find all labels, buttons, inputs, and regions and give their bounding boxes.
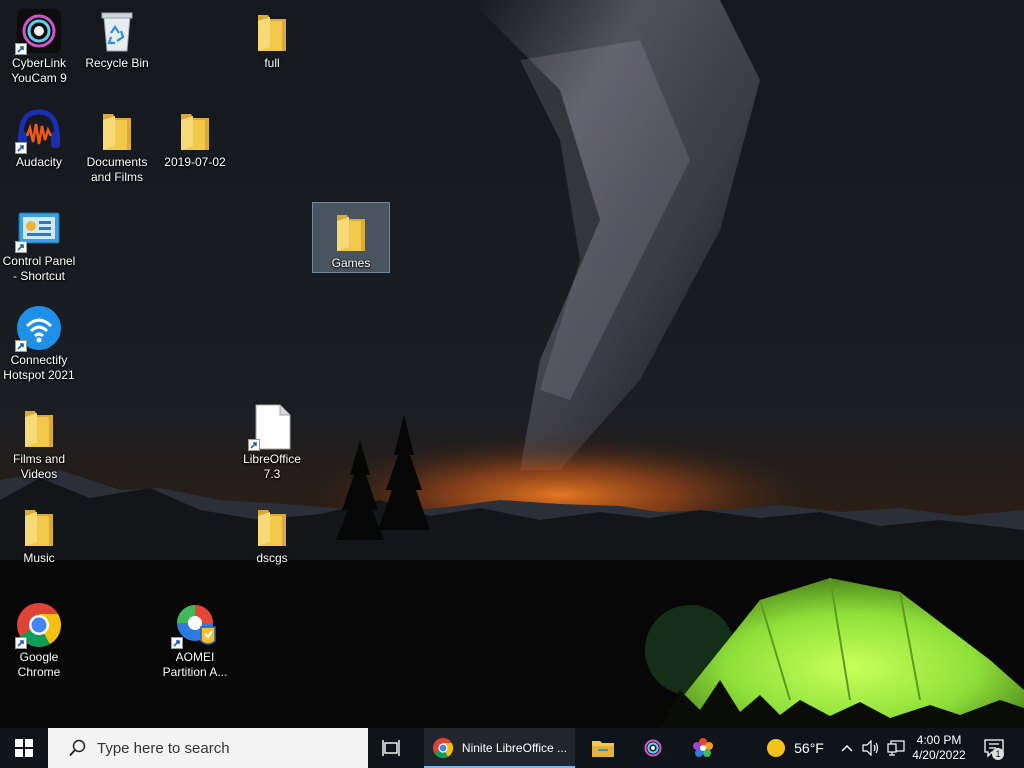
weather-temperature: 56°F	[794, 740, 824, 756]
desktop-icon-label: LibreOffice 7.3	[243, 452, 301, 481]
shortcut-arrow-icon	[15, 340, 27, 352]
speaker-icon	[862, 740, 879, 756]
desktop-icon-films-and-videos[interactable]: Films and Videos	[1, 399, 77, 482]
chevron-up-icon	[841, 745, 853, 752]
desktop-icon-folder-games[interactable]: Games	[312, 202, 390, 273]
volume-button[interactable]	[860, 728, 882, 768]
desktop-icon-music[interactable]: Music	[1, 498, 77, 566]
show-hidden-icons-button[interactable]	[838, 728, 856, 768]
desktop-icon-label: AOMEI Partition A...	[162, 650, 228, 679]
taskbar-photos[interactable]	[680, 728, 726, 768]
clock-time: 4:00 PM	[916, 733, 962, 747]
sun-icon	[767, 739, 786, 757]
desktop-icon-audacity[interactable]: Audacity	[1, 102, 77, 170]
start-button[interactable]	[0, 728, 48, 768]
folder-icon	[258, 510, 286, 546]
network-icon	[887, 740, 905, 756]
search-box[interactable]	[48, 728, 368, 768]
desktop-icon-label: Audacity	[15, 155, 63, 169]
recycle-bin-icon	[101, 12, 133, 52]
desktop-icon-connectify-hotspot[interactable]: Connectify Hotspot 2021	[1, 300, 77, 383]
taskbar-file-explorer[interactable]	[580, 728, 626, 768]
desktop-icon-label: Control Panel - Shortcut	[2, 254, 76, 283]
folder-icon	[258, 15, 286, 51]
desktop-icon-label: Google Chrome	[17, 650, 61, 679]
notification-count-badge: 1	[992, 748, 1004, 760]
desktop-icon-recycle-bin[interactable]: Recycle Bin	[79, 3, 155, 71]
chrome-icon	[432, 737, 453, 759]
desktop-icon-label: 2019-07-02	[164, 155, 226, 169]
desktop-icon-folder-full[interactable]: full	[234, 3, 310, 71]
shortcut-arrow-icon	[171, 637, 183, 649]
taskbar-window-title: Ninite LibreOffice ...	[461, 741, 568, 755]
desktop-icon-label: Music	[23, 551, 55, 565]
shortcut-arrow-icon	[15, 142, 27, 154]
desktop-icon-folder-2019-07-02[interactable]: 2019-07-02	[157, 102, 233, 170]
desktop-icon-libreoffice[interactable]: LibreOffice 7.3	[234, 399, 310, 482]
search-icon	[69, 739, 86, 757]
taskbar-youcam[interactable]	[630, 728, 676, 768]
task-view-button[interactable]	[370, 728, 414, 768]
weather-widget[interactable]: 56°F	[760, 728, 830, 768]
desktop-icon-cyberlink-youcam[interactable]: CyberLink YouCam 9	[1, 3, 77, 86]
desktop-icon-label: full	[264, 56, 280, 70]
desktop-icon-label: dscgs	[256, 551, 288, 565]
taskbar-chrome-window[interactable]: Ninite LibreOffice ...	[424, 728, 575, 768]
task-view-icon	[382, 740, 400, 756]
taskbar: Ninite LibreOffice ... 56°F	[0, 728, 1024, 768]
desktop-icon-google-chrome[interactable]: Google Chrome	[1, 597, 77, 680]
clock-date: 4/20/2022	[912, 748, 966, 762]
file-explorer-icon	[592, 741, 614, 757]
network-button[interactable]	[884, 728, 908, 768]
shortcut-arrow-icon	[15, 637, 27, 649]
youcam-icon	[644, 739, 662, 757]
folder-icon	[25, 411, 53, 447]
windows-logo-icon	[15, 739, 33, 757]
folder-icon	[337, 215, 365, 251]
notification-center-button[interactable]: 1	[978, 728, 1010, 768]
search-input[interactable]	[95, 738, 359, 758]
photos-app-icon	[693, 738, 713, 757]
folder-icon	[103, 114, 131, 150]
desktop-icon-aomei-partition[interactable]: AOMEI Partition A...	[157, 597, 233, 680]
desktop-icon-label: Recycle Bin	[85, 56, 149, 70]
desktop-icon-label: Connectify Hotspot 2021	[3, 353, 75, 382]
desktop-icon-label: Films and Videos	[12, 452, 65, 481]
desktop-icon-folder-dscgs[interactable]: dscgs	[234, 498, 310, 566]
clock[interactable]: 4:00 PM 4/20/2022	[906, 728, 972, 768]
shortcut-arrow-icon	[248, 439, 260, 451]
folder-icon	[25, 510, 53, 546]
desktop-icon-label: Games	[331, 256, 371, 270]
desktop-icon-documents-and-films[interactable]: Documents and Films	[79, 102, 155, 185]
shortcut-arrow-icon	[15, 43, 27, 55]
folder-icon	[181, 114, 209, 150]
shortcut-arrow-icon	[15, 241, 27, 253]
desktop-icon-control-panel[interactable]: Control Panel - Shortcut	[1, 201, 77, 284]
desktop-icon-label: CyberLink YouCam 9	[11, 56, 67, 85]
desktop-icon-label: Documents and Films	[86, 155, 148, 184]
